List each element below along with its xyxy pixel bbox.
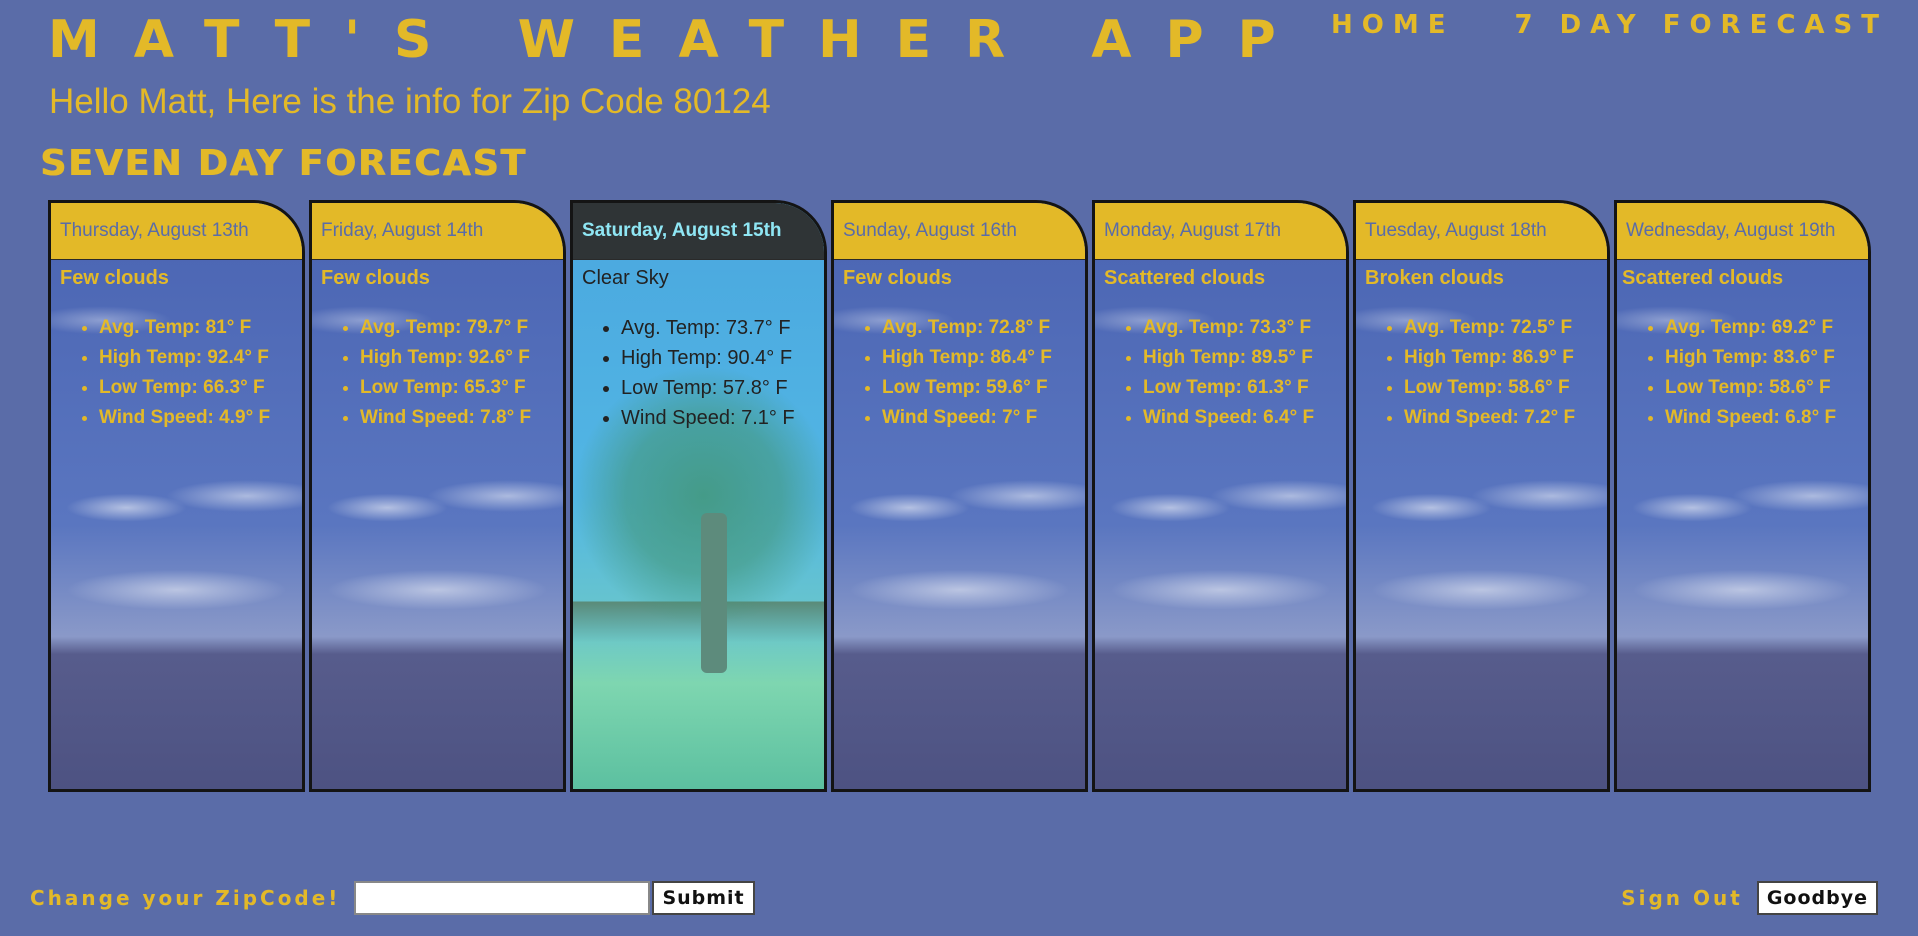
- card-description: Clear Sky: [582, 267, 669, 289]
- wind-speed: Wind Speed: 7.1° F: [621, 403, 795, 433]
- wind-speed: Wind Speed: 7.8° F: [360, 403, 531, 433]
- card-stats-list: Avg. Temp: 73.7° F High Temp: 90.4° F Lo…: [573, 313, 795, 433]
- tree-trunk: [700, 513, 727, 673]
- zip-input[interactable]: [354, 881, 651, 915]
- card-date: Tuesday, August 18th: [1356, 203, 1607, 260]
- low-temp: Low Temp: 57.8° F: [621, 373, 795, 403]
- zip-label: Change your ZipCode!: [30, 886, 341, 910]
- high-temp: High Temp: 90.4° F: [621, 343, 795, 373]
- forecast-card: Tuesday, August 18th Broken clouds Avg. …: [1353, 200, 1610, 792]
- sky-field-background: [1617, 203, 1868, 789]
- forecast-card: Monday, August 17th Scattered clouds Avg…: [1092, 200, 1349, 792]
- signout-label: Sign Out: [1621, 886, 1743, 910]
- section-title: SEVEN DAY FORECAST: [40, 143, 527, 184]
- card-date: Thursday, August 13th: [51, 203, 302, 260]
- card-description: Few clouds: [843, 267, 952, 289]
- app-title: MATT'S WEATHER APP: [48, 10, 1310, 70]
- low-temp: Low Temp: 66.3° F: [99, 373, 270, 403]
- avg-temp: Avg. Temp: 69.2° F: [1665, 313, 1836, 343]
- avg-temp: Avg. Temp: 73.7° F: [621, 313, 795, 343]
- high-temp: High Temp: 86.4° F: [882, 343, 1052, 373]
- card-description: Broken clouds: [1365, 267, 1504, 289]
- avg-temp: Avg. Temp: 79.7° F: [360, 313, 531, 343]
- low-temp: Low Temp: 65.3° F: [360, 373, 531, 403]
- main-nav: HOME 7 DAY FORECAST: [1331, 10, 1888, 40]
- card-description: Scattered clouds: [1104, 267, 1266, 289]
- zip-form: Change your ZipCode! Submit: [30, 880, 755, 916]
- low-temp: Low Temp: 59.6° F: [882, 373, 1052, 403]
- sky-field-background: [312, 203, 563, 789]
- card-description: Few clouds: [60, 267, 169, 289]
- high-temp: High Temp: 83.6° F: [1665, 343, 1836, 373]
- avg-temp: Avg. Temp: 72.8° F: [882, 313, 1052, 343]
- card-stats-list: Avg. Temp: 69.2° F High Temp: 83.6° F Lo…: [1617, 313, 1836, 433]
- low-temp: Low Temp: 58.6° F: [1665, 373, 1836, 403]
- avg-temp: Avg. Temp: 81° F: [99, 313, 270, 343]
- high-temp: High Temp: 92.4° F: [99, 343, 270, 373]
- high-temp: High Temp: 92.6° F: [360, 343, 531, 373]
- wind-speed: Wind Speed: 7° F: [882, 403, 1052, 433]
- wind-speed: Wind Speed: 7.2° F: [1404, 403, 1575, 433]
- greeting-text: Hello Matt, Here is the info for Zip Cod…: [49, 82, 771, 121]
- card-stats-list: Avg. Temp: 79.7° F High Temp: 92.6° F Lo…: [312, 313, 531, 433]
- card-description: Scattered clouds: [1622, 267, 1784, 289]
- forecast-card: Sunday, August 16th Few clouds Avg. Temp…: [831, 200, 1088, 792]
- avg-temp: Avg. Temp: 72.5° F: [1404, 313, 1575, 343]
- sky-field-background: [834, 203, 1085, 789]
- tree-background: [573, 203, 824, 789]
- high-temp: High Temp: 89.5° F: [1143, 343, 1314, 373]
- nav-forecast-link[interactable]: 7 DAY FORECAST: [1514, 10, 1888, 40]
- forecast-cards: Thursday, August 13th Few clouds Avg. Te…: [48, 200, 1872, 794]
- card-stats-list: Avg. Temp: 73.3° F High Temp: 89.5° F Lo…: [1095, 313, 1314, 433]
- nav-home-link[interactable]: HOME: [1331, 10, 1455, 40]
- card-date: Monday, August 17th: [1095, 203, 1346, 260]
- sky-field-background: [1356, 203, 1607, 789]
- card-date: Friday, August 14th: [312, 203, 563, 260]
- card-date: Wednesday, August 19th: [1617, 203, 1868, 260]
- wind-speed: Wind Speed: 6.8° F: [1665, 403, 1836, 433]
- sky-field-background: [51, 203, 302, 789]
- signout-area: Sign Out Goodbye: [1621, 880, 1878, 916]
- high-temp: High Temp: 86.9° F: [1404, 343, 1575, 373]
- forecast-card: Friday, August 14th Few clouds Avg. Temp…: [309, 200, 566, 792]
- card-stats-list: Avg. Temp: 72.5° F High Temp: 86.9° F Lo…: [1356, 313, 1575, 433]
- forecast-card: Thursday, August 13th Few clouds Avg. Te…: [48, 200, 305, 792]
- low-temp: Low Temp: 61.3° F: [1143, 373, 1314, 403]
- sky-field-background: [1095, 203, 1346, 789]
- wind-speed: Wind Speed: 4.9° F: [99, 403, 270, 433]
- goodbye-button[interactable]: Goodbye: [1756, 881, 1878, 915]
- low-temp: Low Temp: 58.6° F: [1404, 373, 1575, 403]
- card-stats-list: Avg. Temp: 72.8° F High Temp: 86.4° F Lo…: [834, 313, 1052, 433]
- card-date: Saturday, August 15th: [573, 203, 824, 260]
- card-stats-list: Avg. Temp: 81° F High Temp: 92.4° F Low …: [51, 313, 270, 433]
- submit-button[interactable]: Submit: [652, 881, 755, 915]
- forecast-card: Wednesday, August 19th Scattered clouds …: [1614, 200, 1871, 792]
- avg-temp: Avg. Temp: 73.3° F: [1143, 313, 1314, 343]
- card-description: Few clouds: [321, 267, 430, 289]
- forecast-card-selected: Saturday, August 15th Clear Sky Avg. Tem…: [570, 200, 827, 792]
- card-date: Sunday, August 16th: [834, 203, 1085, 260]
- wind-speed: Wind Speed: 6.4° F: [1143, 403, 1314, 433]
